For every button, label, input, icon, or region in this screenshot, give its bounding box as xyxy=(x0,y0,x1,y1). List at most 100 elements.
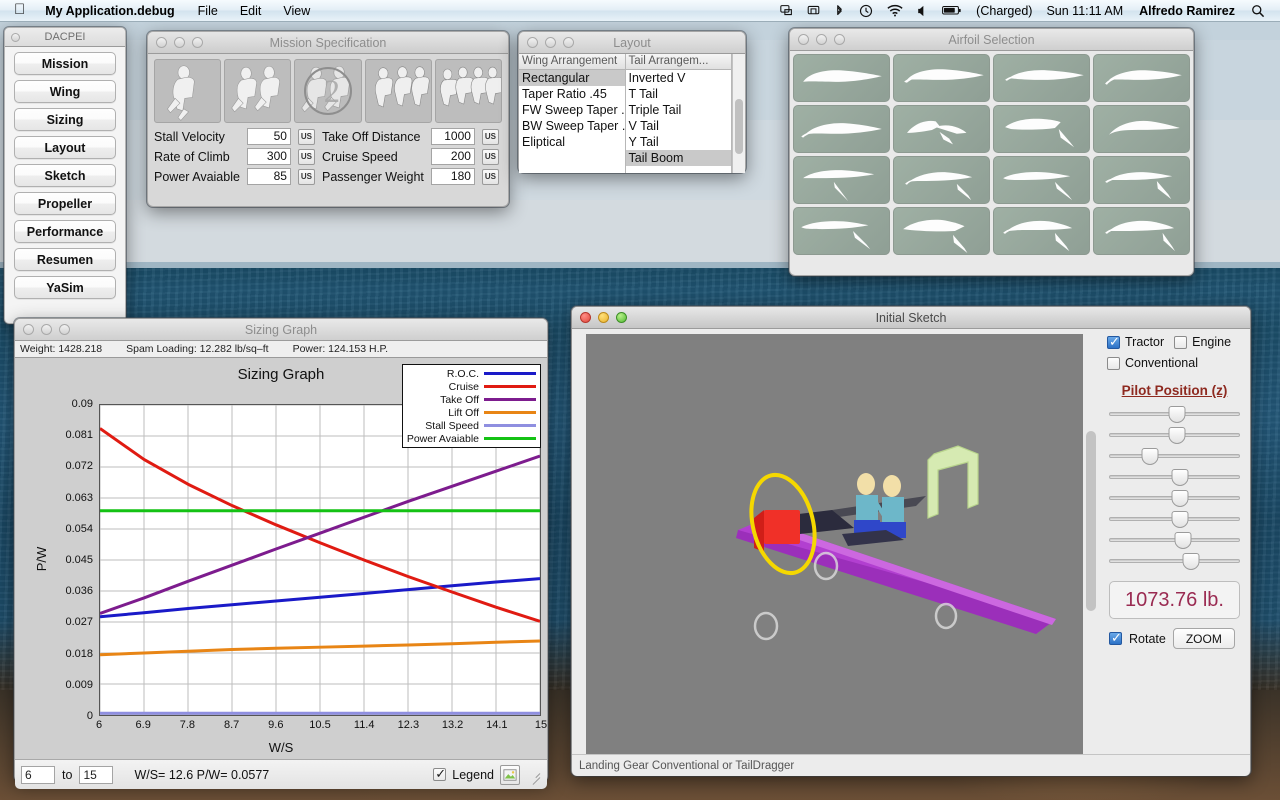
airfoil-option-14[interactable] xyxy=(893,207,990,255)
range-from-input[interactable]: 6 xyxy=(21,766,55,784)
zoom-button[interactable] xyxy=(563,37,574,48)
app-name-menu[interactable]: My Application.debug xyxy=(35,0,186,22)
pilot-position-slider-4[interactable] xyxy=(1107,467,1242,488)
airfoil-option-8[interactable] xyxy=(1093,105,1190,153)
wing-item-rectangular[interactable]: Rectangular xyxy=(519,70,625,86)
tail-item-y-tail[interactable]: Y Tail xyxy=(626,134,732,150)
legend-checkbox[interactable] xyxy=(433,768,446,781)
slider-thumb[interactable] xyxy=(1171,490,1188,507)
pilot-position-slider-5[interactable] xyxy=(1107,488,1242,509)
dacpei-button-resumen[interactable]: Resumen xyxy=(14,248,116,271)
pilot-position-slider-8[interactable] xyxy=(1107,551,1242,572)
airfoil-option-10[interactable] xyxy=(893,156,990,204)
pilot-position-slider-1[interactable] xyxy=(1107,404,1242,425)
rotate-checkbox[interactable] xyxy=(1109,632,1122,645)
slider-thumb[interactable] xyxy=(1174,532,1191,549)
field-input-rate-of-climb[interactable]: 300 xyxy=(247,148,291,165)
tail-item-triple-tail[interactable]: Triple Tail xyxy=(626,102,732,118)
sizing-titlebar[interactable]: Sizing Graph xyxy=(15,319,547,341)
unit-button-rate-of-climb[interactable]: US xyxy=(298,149,315,165)
slider-thumb[interactable] xyxy=(1171,469,1188,486)
dacpei-button-wing[interactable]: Wing xyxy=(14,80,116,103)
seat-option-1[interactable] xyxy=(154,59,221,123)
field-input-cruise-speed[interactable]: 200 xyxy=(431,148,475,165)
sketch-3d-viewport[interactable] xyxy=(586,334,1083,754)
tail-item-tail-boom[interactable]: Tail Boom xyxy=(626,150,732,166)
minimize-button[interactable] xyxy=(545,37,556,48)
dacpei-titlebar[interactable]: DACPEI xyxy=(5,28,125,47)
tail-item-inverted-v[interactable]: Inverted V xyxy=(626,70,732,86)
search-icon[interactable] xyxy=(1244,4,1272,18)
wing-item-eliptical[interactable]: Eliptical xyxy=(519,134,625,150)
layout-scrollbar-thumb[interactable] xyxy=(735,99,743,154)
slider-thumb[interactable] xyxy=(1169,406,1186,423)
menu-edit[interactable]: Edit xyxy=(229,0,273,22)
seat-option-3[interactable]: 2 xyxy=(294,59,361,123)
dacpei-button-sketch[interactable]: Sketch xyxy=(14,164,116,187)
dacpei-button-sizing[interactable]: Sizing xyxy=(14,108,116,131)
minimize-button[interactable] xyxy=(41,324,52,335)
sketch-titlebar[interactable]: Initial Sketch xyxy=(572,307,1250,329)
close-button[interactable] xyxy=(23,324,34,335)
airfoil-option-4[interactable] xyxy=(1093,54,1190,102)
dacpei-button-performance[interactable]: Performance xyxy=(14,220,116,243)
close-button[interactable] xyxy=(11,33,20,42)
airfoil-titlebar[interactable]: Airfoil Selection xyxy=(790,29,1193,51)
dacpei-button-layout[interactable]: Layout xyxy=(14,136,116,159)
wing-item-fw-sweep[interactable]: FW Sweep Taper ... xyxy=(519,102,625,118)
apple-icon[interactable]:  xyxy=(8,0,35,22)
airplay-icon[interactable] xyxy=(773,4,800,17)
battery-icon[interactable] xyxy=(935,5,969,16)
airfoil-option-1[interactable] xyxy=(793,54,890,102)
tail-item-t-tail[interactable]: T Tail xyxy=(626,86,732,102)
slider-track[interactable] xyxy=(1109,454,1240,458)
menu-view[interactable]: View xyxy=(272,0,321,22)
field-input-stall-velocity[interactable]: 50 xyxy=(247,128,291,145)
close-button[interactable] xyxy=(580,312,591,323)
field-input-take-off-distance[interactable]: 1000 xyxy=(431,128,475,145)
zoom-button-sketch[interactable]: ZOOM xyxy=(1173,628,1235,649)
save-image-icon[interactable] xyxy=(500,765,520,785)
slider-thumb[interactable] xyxy=(1171,511,1188,528)
airfoil-option-2[interactable] xyxy=(893,54,990,102)
field-input-passenger-weight[interactable]: 180 xyxy=(431,168,475,185)
chart-legend[interactable]: R.O.C. Cruise Take Off Lift Off Stall Sp… xyxy=(402,364,541,448)
airfoil-option-5[interactable] xyxy=(793,105,890,153)
zoom-button[interactable] xyxy=(834,34,845,45)
dacpei-button-yasim[interactable]: YaSim xyxy=(14,276,116,299)
volume-icon[interactable] xyxy=(910,5,935,17)
engine-checkbox[interactable] xyxy=(1174,336,1187,349)
minimize-button[interactable] xyxy=(816,34,827,45)
wing-item-taper-ratio[interactable]: Taper Ratio .45 xyxy=(519,86,625,102)
pilot-position-slider-7[interactable] xyxy=(1107,530,1242,551)
screen-mirror-icon[interactable] xyxy=(800,4,827,17)
field-input-power-avaiable[interactable]: 85 xyxy=(247,168,291,185)
seat-option-4[interactable] xyxy=(365,59,432,123)
minimize-button[interactable] xyxy=(174,37,185,48)
close-button[interactable] xyxy=(798,34,809,45)
close-button[interactable] xyxy=(156,37,167,48)
user-name[interactable]: Alfredo Ramirez xyxy=(1130,4,1244,18)
wing-item-bw-sweep[interactable]: BW Sweep Taper ... xyxy=(519,118,625,134)
unit-button-cruise-speed[interactable]: US xyxy=(482,149,499,165)
airfoil-option-11[interactable] xyxy=(993,156,1090,204)
sketch-scrollbar-thumb[interactable] xyxy=(1086,431,1096,611)
unit-button-power-avaiable[interactable]: US xyxy=(298,169,315,185)
seat-option-5[interactable] xyxy=(435,59,502,123)
pilot-position-slider-6[interactable] xyxy=(1107,509,1242,530)
dacpei-button-mission[interactable]: Mission xyxy=(14,52,116,75)
slider-thumb[interactable] xyxy=(1142,448,1159,465)
airfoil-option-13[interactable] xyxy=(793,207,890,255)
minimize-button[interactable] xyxy=(598,312,609,323)
airfoil-option-6[interactable] xyxy=(893,105,990,153)
slider-track[interactable] xyxy=(1109,559,1240,563)
unit-button-passenger-weight[interactable]: US xyxy=(482,169,499,185)
unit-button-take-off-distance[interactable]: US xyxy=(482,129,499,145)
range-to-input[interactable]: 15 xyxy=(79,766,113,784)
airfoil-option-9[interactable] xyxy=(793,156,890,204)
bluetooth-icon[interactable] xyxy=(827,4,852,18)
layout-scrollbar[interactable] xyxy=(732,54,745,173)
slider-thumb[interactable] xyxy=(1169,427,1186,444)
airfoil-option-15[interactable] xyxy=(993,207,1090,255)
airfoil-option-3[interactable] xyxy=(993,54,1090,102)
